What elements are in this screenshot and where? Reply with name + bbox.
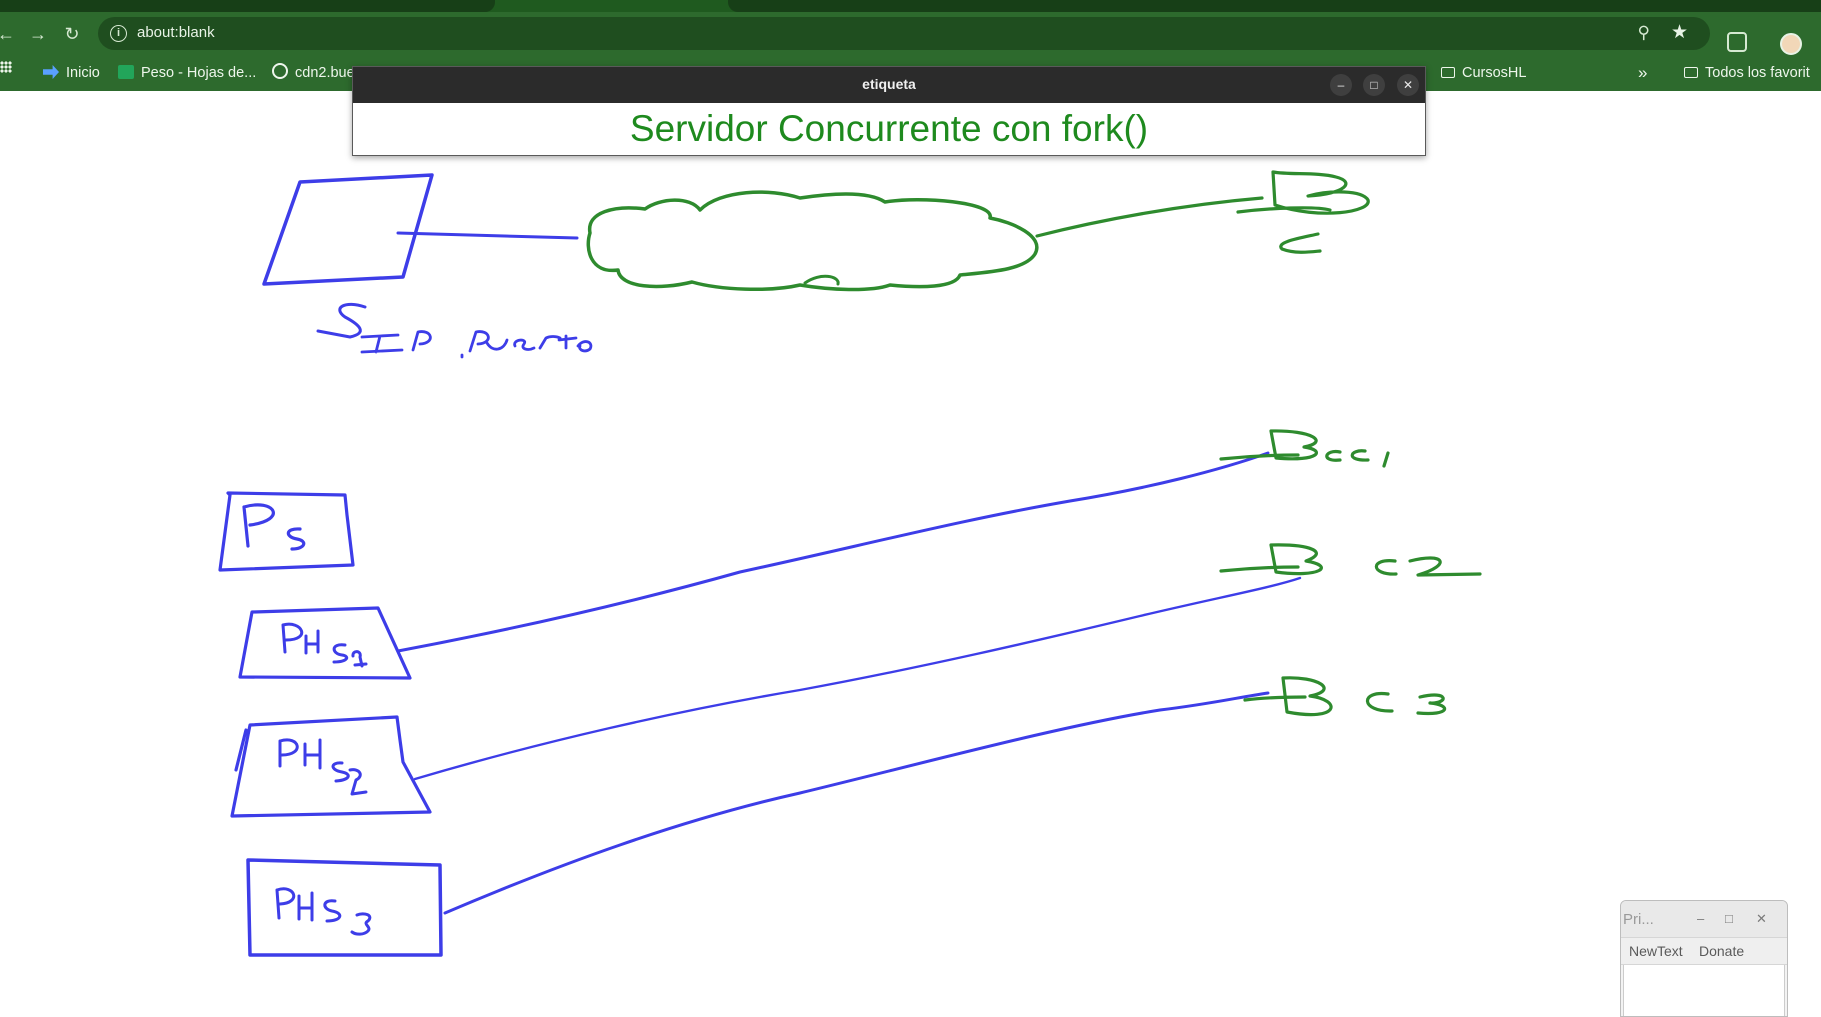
connection-line-2 [413, 576, 1302, 781]
phs2-box-sketch [230, 715, 432, 818]
tool-window-titlebar[interactable]: Pri... – □ ✕ [1621, 901, 1787, 937]
bookmark-item[interactable]: Peso - Hojas de... [118, 61, 256, 85]
menu-newtext[interactable]: NewText [1629, 943, 1683, 959]
phs1-box-sketch [238, 606, 412, 680]
label-ip-puerto-sketch [360, 330, 593, 359]
bookmark-label: Inicio [66, 65, 100, 81]
whiteboard-canvas[interactable] [0, 91, 1821, 1015]
tab[interactable] [728, 0, 1821, 12]
tool-window-body [1623, 965, 1785, 1016]
label-ps-sketch [242, 503, 306, 551]
bookmarks-overflow-button[interactable]: » [1638, 61, 1647, 85]
maximize-icon[interactable]: □ [1725, 911, 1733, 926]
label-phs2-sketch [278, 738, 368, 796]
folder-icon [1684, 67, 1698, 78]
url-text[interactable]: about:blank [137, 24, 215, 41]
bookmark-item[interactable]: Inicio [43, 61, 100, 85]
apps-icon[interactable] [0, 61, 12, 73]
client-c-symbol [1236, 170, 1370, 254]
window-titlebar[interactable]: etiqueta – □ ✕ [353, 67, 1425, 103]
folder-icon [1441, 67, 1455, 78]
close-icon[interactable]: ✕ [1397, 74, 1419, 96]
bookmark-item[interactable]: Todos los favorit [1684, 61, 1810, 85]
tab-strip [0, 0, 1821, 12]
minimize-icon[interactable]: – [1330, 74, 1352, 96]
sheets-icon [118, 65, 134, 79]
bookmark-star-icon[interactable]: ★ [1671, 21, 1688, 44]
tool-window[interactable]: Pri... – □ ✕ NewText Donate [1620, 900, 1788, 1017]
client-link-line [1035, 196, 1264, 238]
minimize-icon[interactable]: – [1697, 911, 1704, 926]
label-window[interactable]: etiqueta – □ ✕ Servidor Concurrente con … [352, 66, 1426, 156]
reload-icon[interactable]: ↻ [60, 22, 84, 46]
back-icon[interactable]: ← [0, 22, 18, 46]
maximize-icon[interactable]: □ [1363, 74, 1385, 96]
connection-line-3 [443, 691, 1270, 915]
tool-window-title: Pri... [1623, 911, 1654, 928]
info-icon[interactable]: i [110, 25, 127, 42]
bookmark-label: Peso - Hojas de... [141, 65, 257, 81]
bookmark-item[interactable]: CursosHL [1441, 61, 1526, 85]
ps-box-sketch [218, 491, 355, 572]
tool-window-menubar: NewText Donate [1621, 937, 1787, 965]
menu-donate[interactable]: Donate [1699, 943, 1744, 959]
browser-toolbar: ← → ↻ i about:blank ⚲ ★ [0, 12, 1821, 55]
address-bar[interactable]: i about:blank ⚲ ★ [98, 17, 1710, 50]
server-box-sketch [262, 173, 434, 286]
bookmark-label: CursosHL [1462, 65, 1527, 81]
client-c2-symbol [1219, 543, 1482, 577]
label-phs3-sketch [275, 887, 372, 936]
forward-icon[interactable]: → [26, 22, 50, 46]
zoom-icon[interactable]: ⚲ [1638, 23, 1650, 43]
label-phs1-sketch [281, 622, 368, 668]
inicio-icon [43, 65, 59, 79]
label-s-sketch [316, 302, 367, 339]
bookmark-label: cdn2.bue [295, 65, 355, 81]
tab[interactable] [0, 0, 495, 12]
globe-icon [272, 63, 288, 79]
label-text: Servidor Concurrente con fork() [629, 108, 1149, 149]
connection-line-1 [396, 451, 1270, 653]
bookmark-item[interactable]: cdn2.bue [272, 61, 355, 85]
extensions-icon[interactable] [1727, 32, 1747, 52]
cloud-detail [803, 274, 840, 286]
server-link-line [396, 231, 579, 240]
network-cloud-sketch [586, 190, 1039, 292]
close-icon[interactable]: ✕ [1756, 911, 1767, 927]
avatar[interactable] [1780, 33, 1802, 55]
window-title: etiqueta [862, 76, 916, 92]
client-c3-symbol [1243, 676, 1447, 717]
bookmark-label: Todos los favorit [1705, 65, 1810, 81]
